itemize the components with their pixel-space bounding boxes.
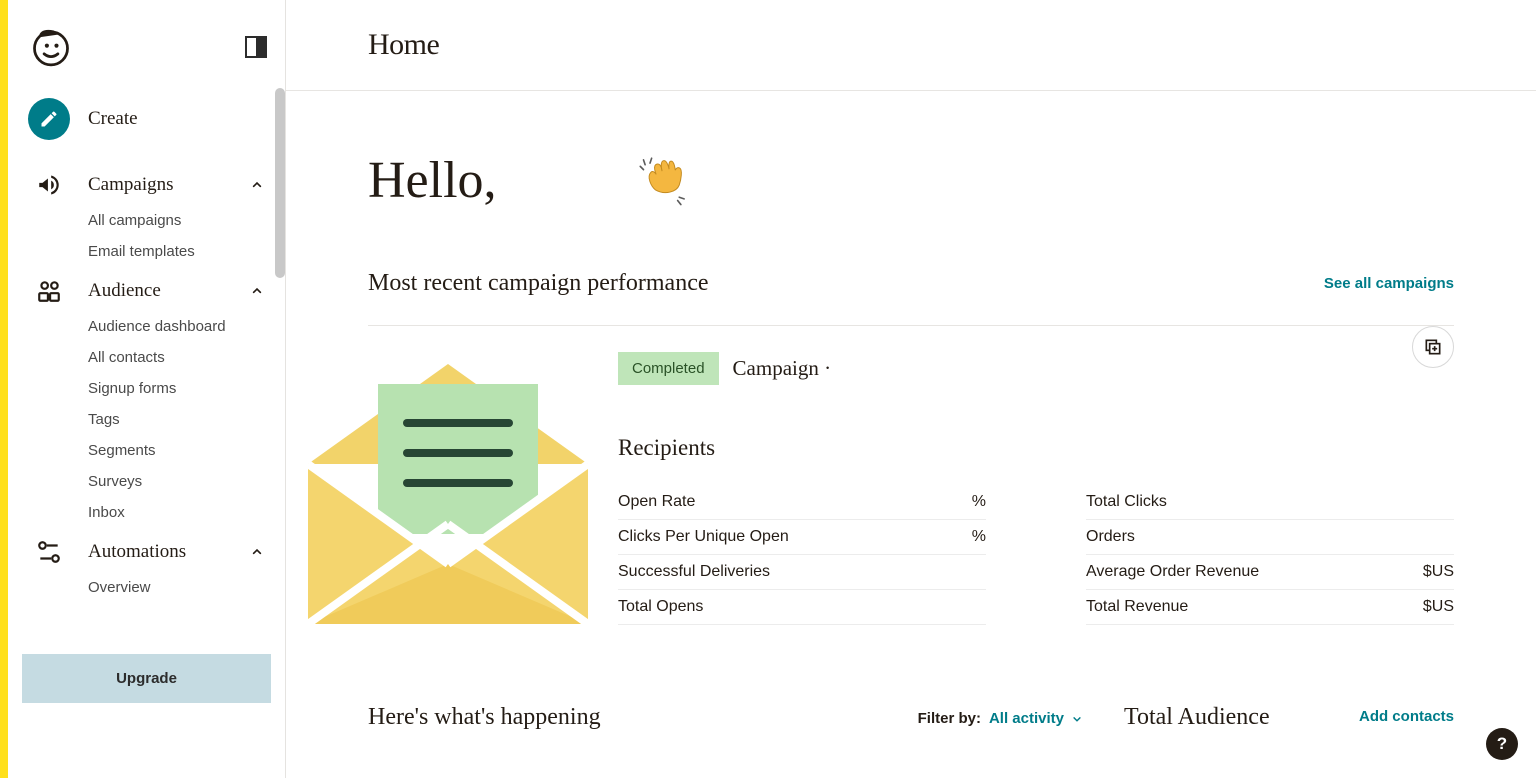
metric-total-clicks: Total Clicks — [1086, 485, 1454, 520]
recipients-heading: Recipients — [618, 435, 1454, 461]
sidebar-section-automations[interactable]: Automations — [22, 529, 271, 575]
help-icon: ? — [1497, 734, 1507, 754]
sidebar-scrollbar[interactable] — [275, 88, 285, 278]
campaigns-label: Campaigns — [88, 174, 174, 196]
mailchimp-logo[interactable] — [26, 22, 76, 72]
filter-label: Filter by: — [918, 710, 981, 727]
collapse-sidebar-icon[interactable] — [245, 36, 267, 58]
sidebar-item-email-templates[interactable]: Email templates — [88, 243, 271, 260]
sidebar-item-audience-dashboard[interactable]: Audience dashboard — [88, 318, 271, 335]
help-button[interactable]: ? — [1486, 728, 1518, 760]
sidebar-item-all-campaigns[interactable]: All campaigns — [88, 212, 271, 229]
upgrade-button[interactable]: Upgrade — [22, 654, 271, 703]
pencil-icon — [39, 109, 59, 129]
main-content: Home Hello, Most recent campaign perform… — [286, 0, 1536, 778]
metric-orders: Orders — [1086, 520, 1454, 555]
duplicate-icon — [1423, 337, 1443, 357]
automations-icon — [36, 539, 62, 565]
status-badge: Completed — [618, 352, 719, 385]
sidebar-item-tags[interactable]: Tags — [88, 411, 271, 428]
chevron-up-icon — [249, 544, 265, 560]
chevron-up-icon — [249, 283, 265, 299]
sidebar-section-campaigns[interactable]: Campaigns — [22, 162, 271, 208]
metric-total-revenue: Total Revenue$US — [1086, 590, 1454, 625]
see-all-campaigns-link[interactable]: See all campaigns — [1324, 275, 1454, 292]
sidebar: Create Campaigns All campaigns Email tem… — [8, 0, 286, 778]
brand-accent-strip — [0, 0, 8, 778]
sidebar-item-signup-forms[interactable]: Signup forms — [88, 380, 271, 397]
duplicate-campaign-button[interactable] — [1412, 326, 1454, 368]
sidebar-item-overview[interactable]: Overview — [88, 579, 271, 596]
metric-successful-deliveries: Successful Deliveries — [618, 555, 986, 590]
sidebar-section-audience[interactable]: Audience — [22, 268, 271, 314]
sidebar-item-surveys[interactable]: Surveys — [88, 473, 271, 490]
page-title: Home — [368, 28, 1536, 62]
campaign-illustration — [308, 344, 608, 634]
metric-clicks-per-open: Clicks Per Unique Open% — [618, 520, 986, 555]
sidebar-item-inbox[interactable]: Inbox — [88, 504, 271, 521]
campaign-name: Campaign · — [733, 356, 832, 381]
metric-total-opens: Total Opens — [618, 590, 986, 625]
sidebar-item-all-contacts[interactable]: All contacts — [88, 349, 271, 366]
filter-dropdown[interactable]: All activity — [989, 710, 1084, 727]
create-label: Create — [88, 108, 138, 130]
audience-label: Audience — [88, 280, 161, 302]
happening-heading: Here's what's happening — [368, 704, 878, 731]
create-button[interactable]: Create — [22, 94, 271, 162]
megaphone-icon — [36, 172, 62, 198]
sidebar-item-segments[interactable]: Segments — [88, 442, 271, 459]
filter-row: Filter by: All activity — [918, 704, 1084, 727]
add-contacts-link[interactable]: Add contacts — [1359, 704, 1454, 725]
waving-hand-icon — [637, 155, 689, 207]
people-icon — [36, 278, 62, 304]
greeting-text: Hello, — [368, 151, 497, 210]
chevron-up-icon — [249, 177, 265, 193]
automations-label: Automations — [88, 541, 186, 563]
total-audience-heading: Total Audience — [1124, 704, 1270, 731]
metric-open-rate: Open Rate% — [618, 485, 986, 520]
chevron-down-icon — [1070, 712, 1084, 726]
metric-avg-order-revenue: Average Order Revenue$US — [1086, 555, 1454, 590]
campaign-performance-heading: Most recent campaign performance — [368, 270, 709, 297]
